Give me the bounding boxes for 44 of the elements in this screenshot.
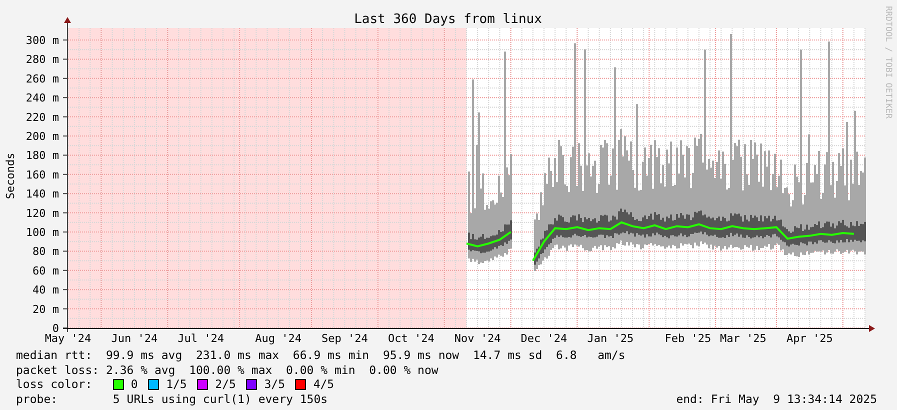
x-tick-label: May '24 [44, 332, 92, 345]
x-tick-label: Mar '25 [720, 332, 766, 345]
swatch-label: 0 [130, 377, 138, 392]
legend-label: median rtt: [16, 348, 94, 362]
y-tick-label: 140 m [26, 188, 59, 201]
x-tick-label: Sep '24 [322, 332, 368, 345]
swatch-label: 4/5 [313, 377, 334, 392]
y-tick-label: 260 m [26, 72, 59, 86]
swatch-label: 3/5 [264, 377, 286, 392]
x-tick-label: Dec '24 [520, 332, 568, 345]
x-tick-label: Feb '25 [664, 332, 712, 345]
y-tick-label: 180 m [26, 149, 59, 162]
x-tick-label: Nov '24 [454, 332, 501, 345]
x-tick-label: Jul '24 [178, 332, 224, 345]
y-tick-label: 300 m [26, 34, 59, 47]
y-tick-label: 40 m [32, 284, 59, 297]
y-tick-label: 80 m [32, 245, 59, 258]
x-tick-label: Apr '25 [786, 332, 833, 345]
y-tick-label: 200 m [26, 130, 59, 143]
legend-label: probe: [16, 392, 59, 406]
swatch-label: 2/5 [215, 377, 236, 392]
legend-label: loss color: [16, 377, 94, 392]
x-tick-label: Jan '25 [587, 332, 634, 345]
y-tick-label: 20 m [32, 302, 59, 316]
x-tick-label: Aug '24 [255, 332, 302, 345]
y-tick-label: 120 m [26, 206, 59, 220]
y-tick-label: 160 m [26, 168, 59, 182]
swatch-label: 1/5 [166, 377, 187, 392]
legend-label: packet loss: [16, 362, 100, 377]
chart-title: Last 360 Days from linux [354, 12, 542, 27]
probe-description: 5 URLs using curl(1) every 150s [112, 392, 328, 406]
y-tick-label: 240 m [26, 92, 59, 105]
y-tick-label: 60 m [32, 264, 59, 278]
y-tick-label: 100 m [26, 226, 59, 239]
legend-values: 2.36 % avg 100.00 % max 0.00 % min 0.00 % now [106, 362, 438, 377]
credit-text: RRDTOOL / TOBI OETIKER [883, 6, 893, 119]
x-tick-label: Oct '24 [388, 332, 434, 345]
y-tick-label: 280 m [26, 53, 59, 66]
legend-values: 99.9 ms avg 231.0 ms max 66.9 ms min 95.9 ms now 14.7 ms sd 6.8 am/s [106, 348, 626, 362]
y-tick-label: 220 m [26, 110, 59, 124]
end-time: end: Fri May 9 13:34:14 2025 [676, 392, 877, 406]
y-tick-label: 0 [52, 322, 59, 335]
y-axis-label: Seconds [4, 152, 17, 200]
x-tick-label: Jun '24 [111, 332, 158, 345]
